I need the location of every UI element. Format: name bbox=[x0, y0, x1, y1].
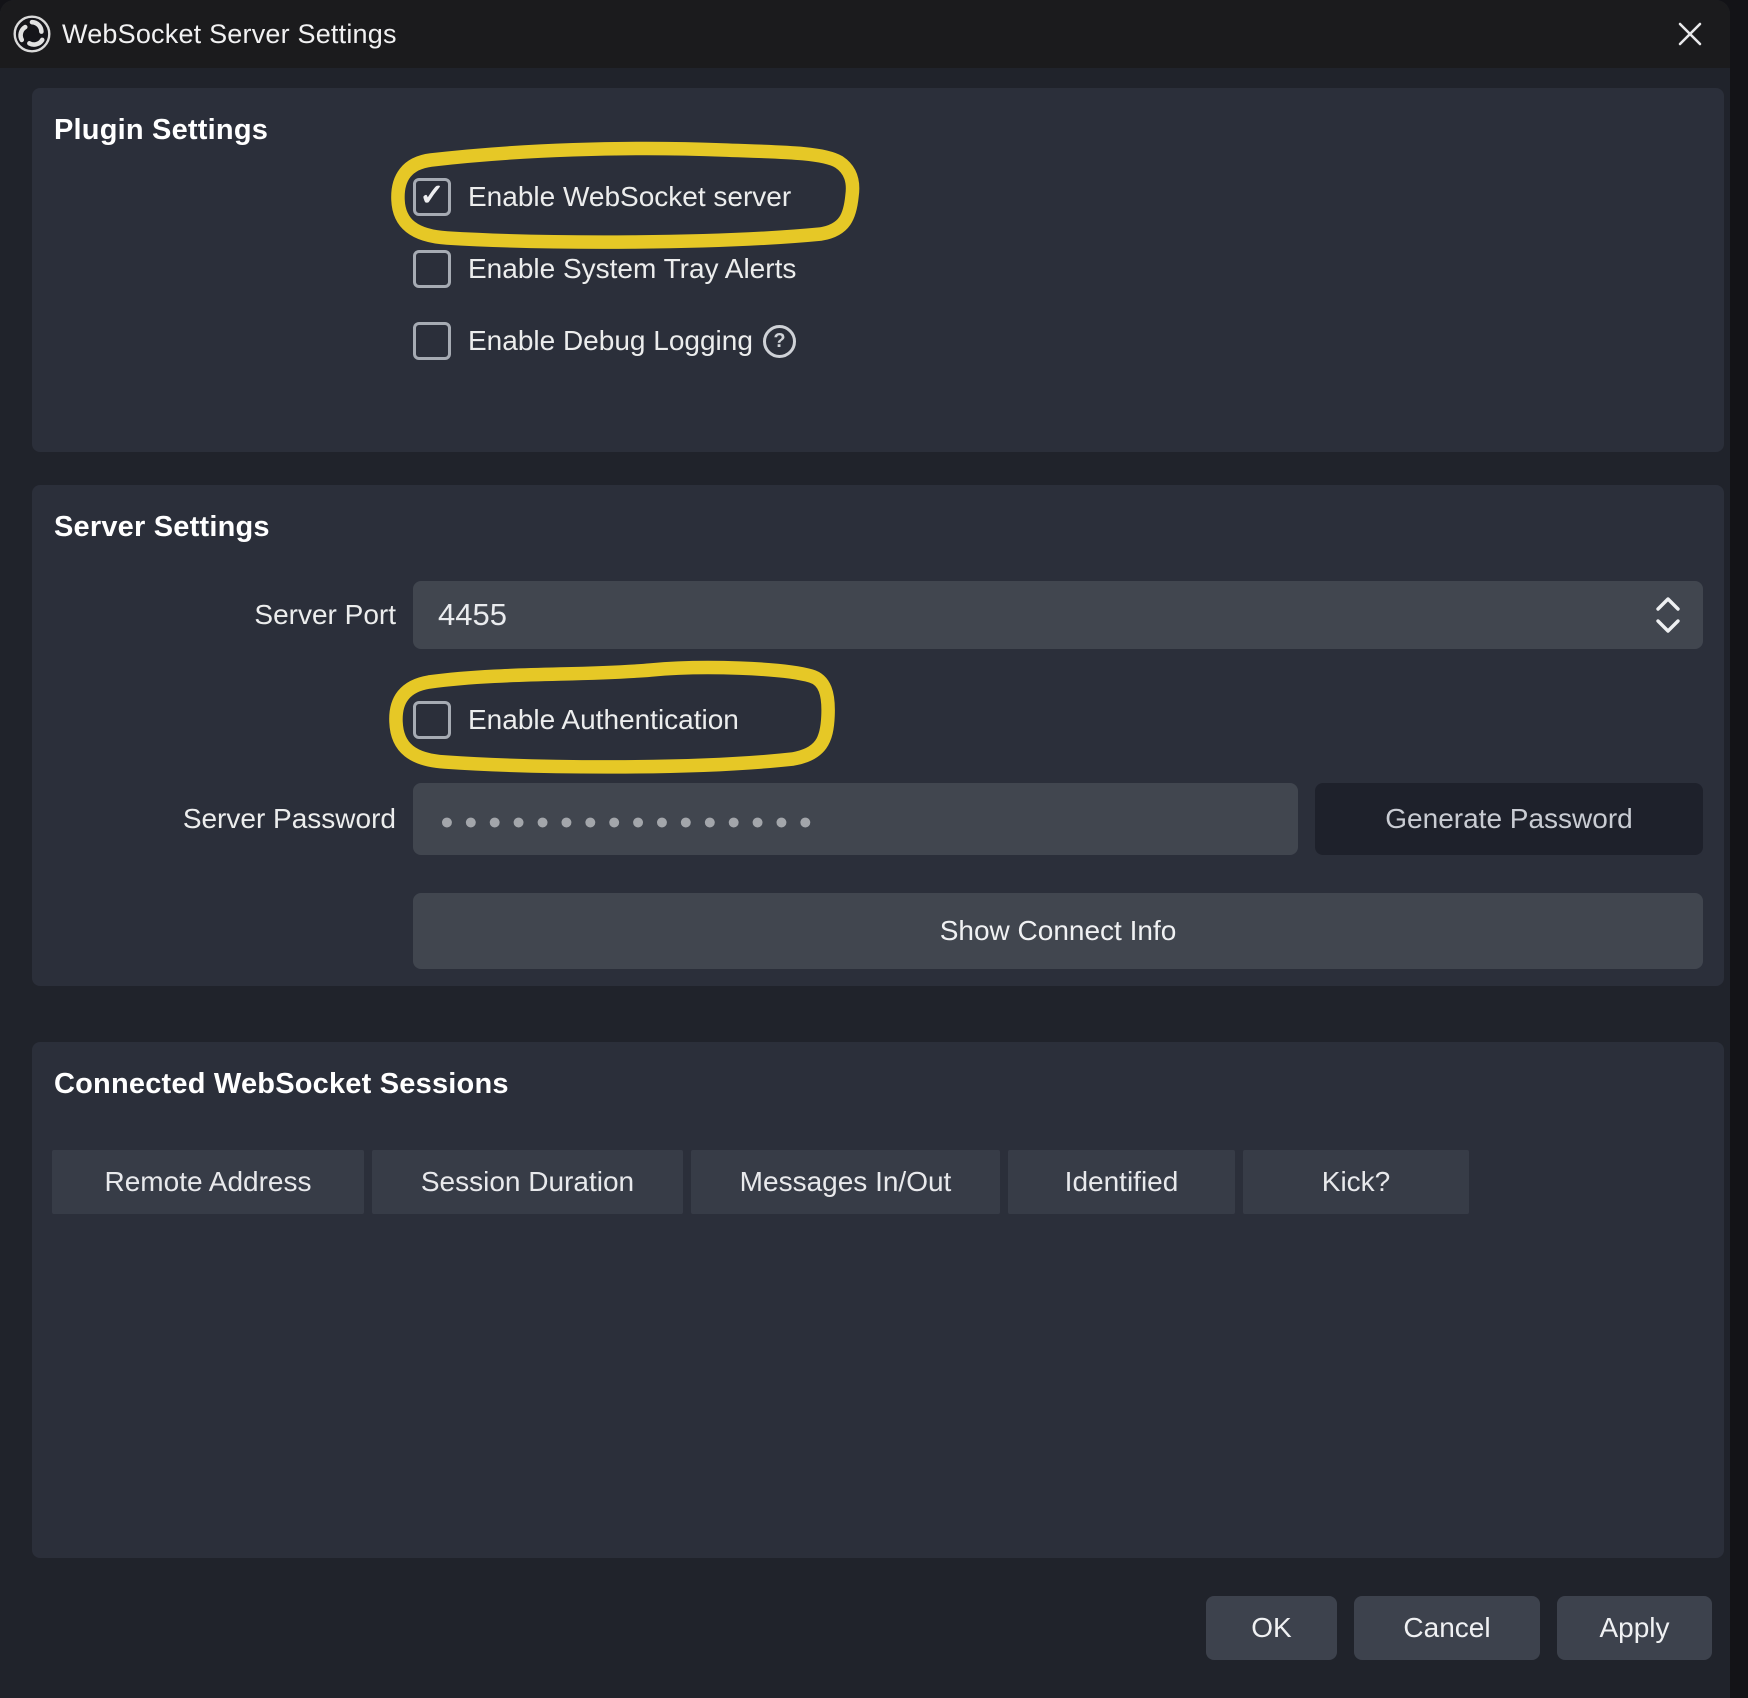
connected-sessions-group: Connected WebSocket Sessions Remote Addr… bbox=[32, 1042, 1724, 1558]
close-icon bbox=[1674, 18, 1706, 50]
connected-sessions-title: Connected WebSocket Sessions bbox=[32, 1042, 1724, 1101]
masked-password: ●●●●●●●●●●●●●●●● bbox=[440, 806, 822, 833]
websocket-server-settings-dialog: WebSocket Server Settings Plugin Setting… bbox=[0, 0, 1730, 1698]
plugin-settings-title: Plugin Settings bbox=[32, 88, 1724, 147]
generate-password-button[interactable]: Generate Password bbox=[1315, 783, 1703, 855]
title-bar: WebSocket Server Settings bbox=[0, 0, 1730, 68]
enable-authentication-inner: Enable Authentication bbox=[413, 698, 739, 742]
enable-debug-logging-checkbox[interactable] bbox=[413, 322, 451, 360]
enable-authentication-checkbox[interactable] bbox=[413, 701, 451, 739]
close-button[interactable] bbox=[1668, 12, 1712, 56]
enable-authentication-label: Enable Authentication bbox=[468, 704, 739, 736]
server-settings-title: Server Settings bbox=[32, 485, 1724, 544]
checkmark-icon: ✓ bbox=[419, 181, 444, 211]
help-icon[interactable]: ? bbox=[763, 325, 796, 358]
server-password-label: Server Password bbox=[54, 803, 413, 835]
spin-down-button[interactable] bbox=[1655, 618, 1681, 635]
enable-debug-logging-row: Enable Debug Logging ? bbox=[413, 319, 1724, 363]
column-header-remote-address[interactable]: Remote Address bbox=[52, 1150, 364, 1214]
column-header-session-duration[interactable]: Session Duration bbox=[372, 1150, 683, 1214]
enable-websocket-server-checkbox[interactable]: ✓ bbox=[413, 178, 451, 216]
column-header-identified[interactable]: Identified bbox=[1008, 1150, 1235, 1214]
plugin-settings-group: Plugin Settings ✓ Enable WebSocket serve… bbox=[32, 88, 1724, 452]
spin-up-button[interactable] bbox=[1655, 595, 1681, 612]
show-connect-info-button[interactable]: Show Connect Info bbox=[413, 893, 1703, 969]
enable-debug-logging-label: Enable Debug Logging bbox=[468, 325, 753, 357]
sessions-table-header: Remote Address Session Duration Messages… bbox=[52, 1150, 1724, 1214]
server-port-label: Server Port bbox=[54, 599, 413, 631]
server-settings-group: Server Settings Server Port 4455 bbox=[32, 485, 1724, 986]
show-connect-info-row: Show Connect Info bbox=[54, 893, 1724, 969]
enable-system-tray-alerts-row: Enable System Tray Alerts bbox=[413, 247, 1724, 291]
window-title: WebSocket Server Settings bbox=[62, 19, 397, 50]
server-password-row: Server Password ●●●●●●●●●●●●●●●● Generat… bbox=[54, 783, 1724, 855]
enable-system-tray-alerts-checkbox[interactable] bbox=[413, 250, 451, 288]
ok-button[interactable]: OK bbox=[1206, 1596, 1337, 1660]
cancel-button[interactable]: Cancel bbox=[1354, 1596, 1540, 1660]
enable-authentication-row: Enable Authentication bbox=[54, 698, 1724, 742]
server-port-value: 4455 bbox=[438, 597, 507, 633]
column-header-kick[interactable]: Kick? bbox=[1243, 1150, 1469, 1214]
server-password-field[interactable]: ●●●●●●●●●●●●●●●● bbox=[413, 783, 1298, 855]
server-port-row: Server Port 4455 bbox=[54, 581, 1724, 649]
dialog-button-row: OK Cancel Apply bbox=[0, 1596, 1712, 1660]
enable-websocket-server-row: ✓ Enable WebSocket server bbox=[413, 175, 1724, 219]
enable-system-tray-alerts-label: Enable System Tray Alerts bbox=[468, 253, 796, 285]
server-port-input[interactable]: 4455 bbox=[413, 581, 1703, 649]
column-header-messages-in-out[interactable]: Messages In/Out bbox=[691, 1150, 1000, 1214]
obs-logo-icon bbox=[12, 14, 52, 54]
apply-button[interactable]: Apply bbox=[1557, 1596, 1712, 1660]
enable-websocket-server-label: Enable WebSocket server bbox=[468, 181, 791, 213]
